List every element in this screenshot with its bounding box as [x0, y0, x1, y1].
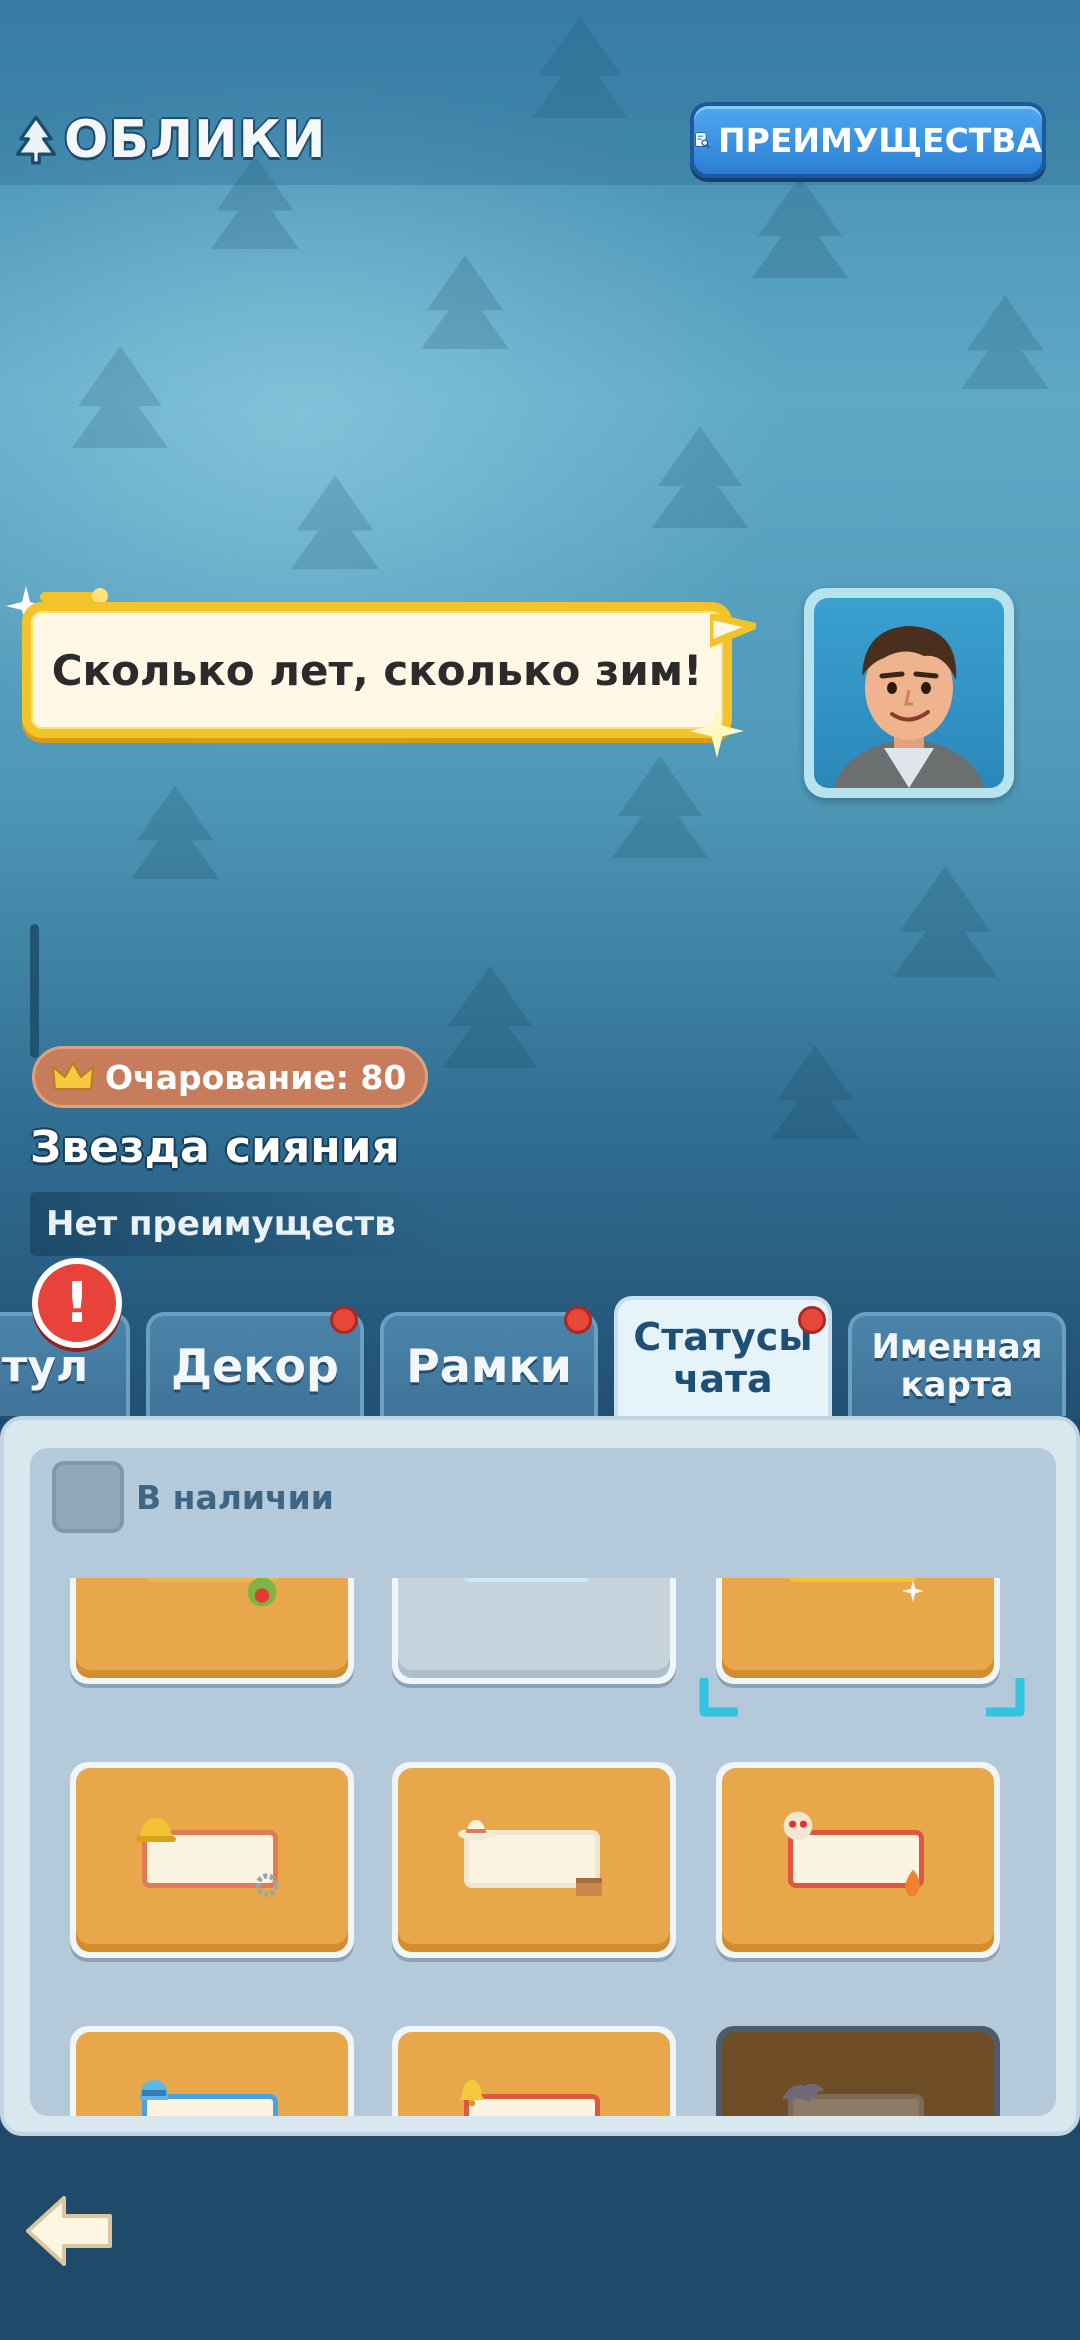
chat-status-card[interactable]	[716, 1762, 1000, 1958]
charm-badge: Очарование: 80	[32, 1046, 428, 1108]
lion-mask-icon	[783, 1811, 813, 1841]
hat-icon	[458, 1820, 494, 1840]
skin-name: Звезда сияния	[30, 1122, 400, 1173]
background-tree-icon	[752, 176, 848, 278]
flame-icon	[905, 1869, 920, 1897]
notification-dot	[798, 1306, 826, 1334]
avatar	[804, 588, 1014, 798]
background-tree-icon	[771, 1045, 859, 1139]
bubble-tail	[710, 614, 756, 648]
chat-status-text: Сколько лет, сколько зим!	[51, 645, 703, 695]
tab-label: Декор	[171, 1339, 339, 1393]
background-tree-icon	[893, 866, 997, 977]
background-tree-icon	[652, 426, 748, 528]
chat-status-bubble: Сколько лет, сколько зим!	[22, 602, 732, 738]
tab-label: Статусы чата	[633, 1315, 813, 1401]
helmet-icon	[140, 2080, 168, 2100]
back-arrow-icon[interactable]	[24, 2192, 116, 2270]
gear-icon	[255, 1873, 279, 1897]
charm-label: Очарование: 80	[105, 1057, 407, 1097]
benefits-button-label: ПРЕИМУЩЕСТВА	[718, 120, 1042, 160]
notification-dot	[330, 1306, 358, 1334]
background-tree-icon	[291, 475, 379, 569]
bell-icon	[459, 2079, 485, 2107]
background-tree-icon	[131, 785, 219, 879]
alert-badge-text: !	[64, 1270, 90, 1336]
in-stock-checkbox[interactable]	[52, 1461, 124, 1533]
chat-status-card-selected[interactable]	[716, 1578, 1000, 1684]
background-tree-icon	[612, 756, 708, 858]
selection-corner	[699, 1678, 738, 1717]
items-panel: В наличии	[0, 1416, 1080, 2136]
items-panel-inner: В наличии	[30, 1448, 1056, 2116]
crown-icon	[52, 1062, 94, 1090]
tree-icon	[15, 115, 57, 165]
chat-status-card[interactable]	[70, 1762, 354, 1958]
chat-status-card-locked[interactable]	[716, 2026, 1000, 2116]
sparkle-icon	[902, 1580, 924, 1602]
hard-hat-icon	[136, 1818, 176, 1842]
alert-badge[interactable]: !	[32, 1258, 122, 1348]
tab-label: Именная карта	[871, 1327, 1043, 1405]
document-search-icon	[695, 132, 710, 149]
page-title: ОБЛИКИ	[14, 100, 327, 180]
tab-label: тул	[1, 1340, 89, 1392]
chat-status-card[interactable]	[392, 2026, 676, 2116]
dragon-icon	[782, 2083, 824, 2102]
benefits-status: Нет преимуществ	[30, 1192, 450, 1256]
in-stock-filter[interactable]: В наличии	[52, 1461, 334, 1533]
in-stock-label: В наличии	[136, 1477, 334, 1517]
background-tree-icon	[72, 346, 168, 448]
chat-status-card[interactable]	[70, 1578, 354, 1684]
notification-dot	[564, 1306, 592, 1334]
items-grid[interactable]	[30, 1578, 1056, 2116]
background-tree-icon	[421, 255, 509, 349]
tab-name-card[interactable]: Именная карта	[848, 1312, 1066, 1416]
category-tabs: тул Декор Рамки Статусы чата Именная кар…	[0, 1296, 1080, 1416]
box-icon	[576, 1878, 602, 1896]
chat-status-card[interactable]	[392, 1762, 676, 1958]
chat-status-card[interactable]	[70, 2026, 354, 2116]
preview-scrollbar[interactable]	[30, 924, 39, 1058]
avatar-portrait	[834, 626, 984, 788]
background-tree-icon	[961, 295, 1049, 389]
sparkle-icon	[690, 704, 744, 758]
background-tree-icon	[442, 966, 538, 1068]
sticker-icon	[247, 1578, 277, 1607]
benefits-button[interactable]: ПРЕИМУЩЕСТВА	[690, 102, 1046, 178]
selection-corner	[986, 1678, 1025, 1717]
chat-status-card[interactable]	[392, 1578, 676, 1684]
page-title-text: ОБЛИКИ	[64, 110, 327, 170]
tab-label: Рамки	[406, 1339, 572, 1393]
